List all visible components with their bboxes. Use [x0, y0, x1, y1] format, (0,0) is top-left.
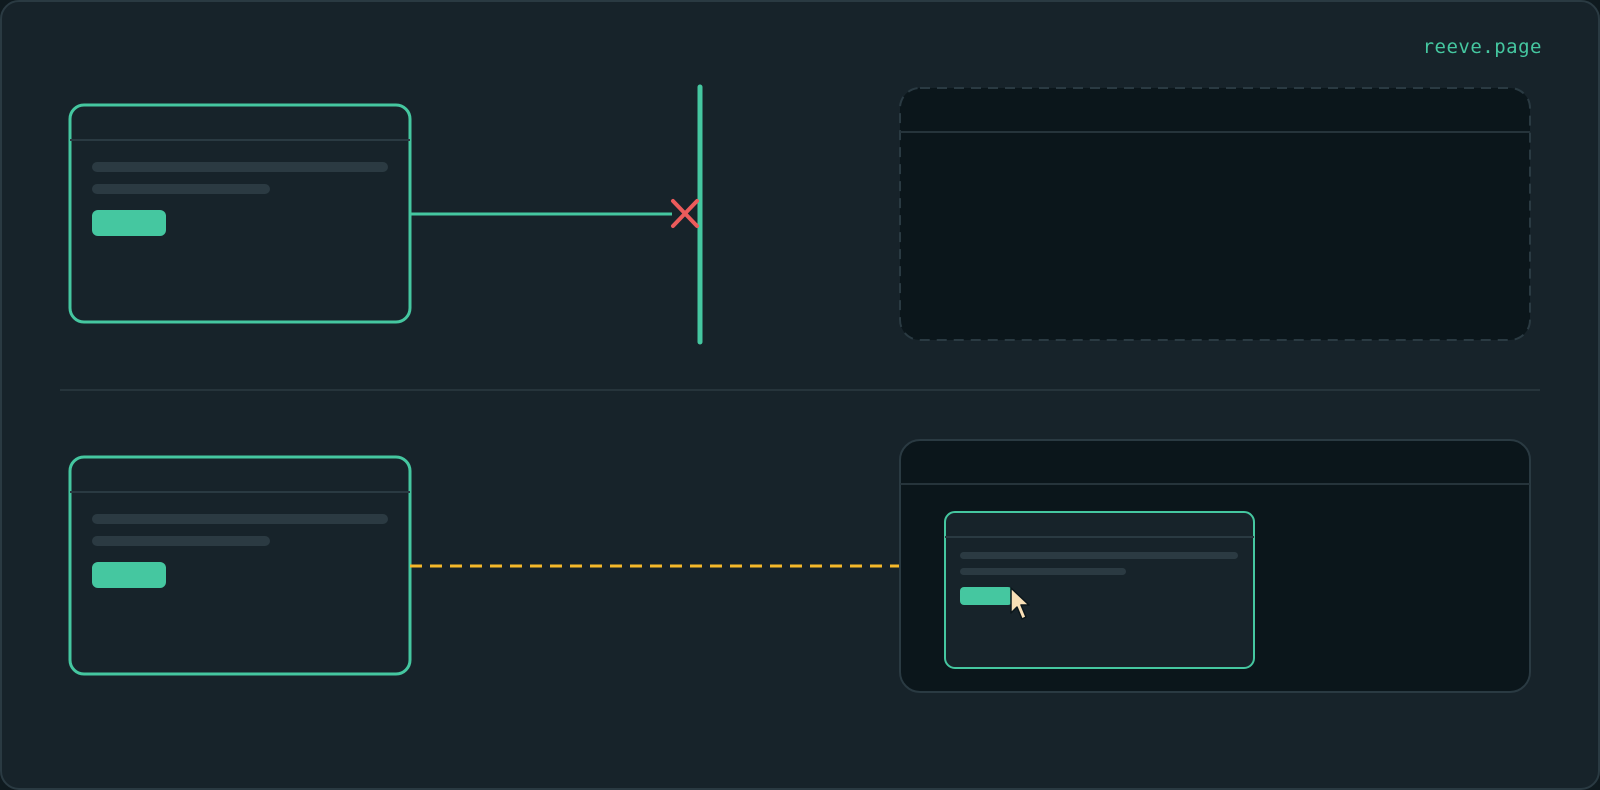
skeleton-line-long	[960, 552, 1238, 559]
top-target-window-empty	[899, 87, 1531, 341]
skeleton-line-short	[92, 184, 270, 194]
skeleton-button	[92, 562, 166, 588]
brand-label: reeve.page	[1422, 36, 1542, 58]
diagram-canvas: reeve.page	[0, 0, 1600, 790]
embedded-window	[944, 511, 1255, 669]
top-source-window	[68, 103, 412, 324]
bottom-source-window	[68, 455, 412, 676]
skeleton-line-long	[92, 514, 388, 524]
skeleton-button	[92, 210, 166, 236]
diagram-svg	[0, 0, 1600, 790]
skeleton-line-short	[92, 536, 270, 546]
skeleton-line-short	[960, 568, 1126, 575]
bottom-target-window	[899, 439, 1531, 693]
skeleton-line-long	[92, 162, 388, 172]
skeleton-button	[960, 587, 1012, 605]
